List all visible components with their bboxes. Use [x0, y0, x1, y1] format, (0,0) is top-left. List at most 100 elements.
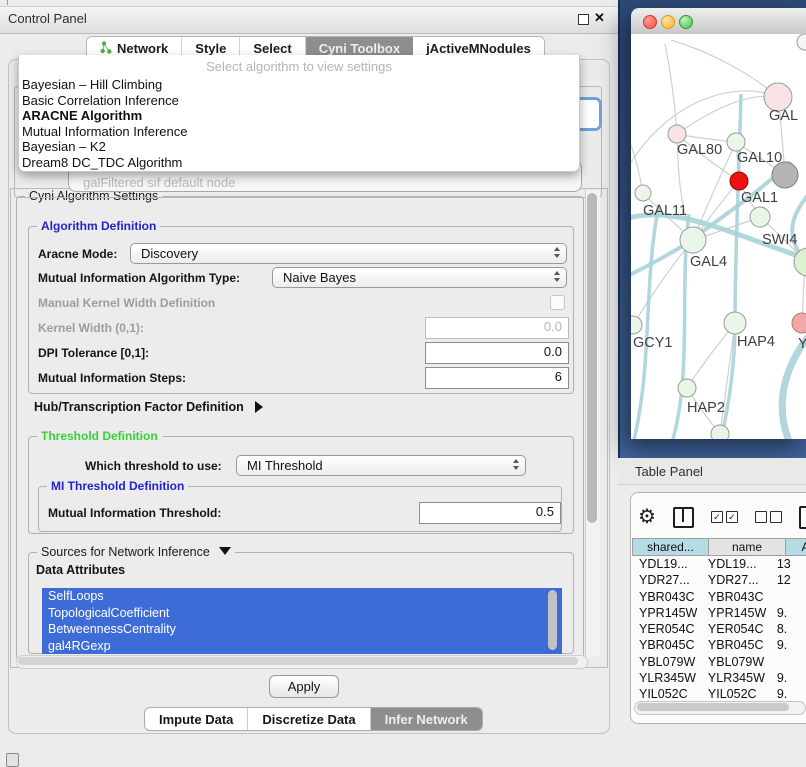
tab-infer-network[interactable]: Infer Network: [371, 708, 482, 730]
collapsed-panel-icon[interactable]: [6, 753, 19, 767]
tab-select-label: Select: [253, 41, 291, 56]
algorithm-option[interactable]: ARACNE Algorithm: [21, 108, 577, 124]
which-threshold-combo[interactable]: MI Threshold: [236, 455, 526, 476]
network-node-gal11[interactable]: [635, 185, 651, 201]
split-columns-icon[interactable]: [673, 507, 694, 528]
network-edge[interactable]: [677, 96, 778, 134]
threshold-definition-title: Threshold Definition: [37, 429, 162, 443]
float-window-icon[interactable]: [578, 14, 589, 25]
algorithm-option[interactable]: Mutual Information Inference: [21, 124, 577, 140]
table-cell: YBR045C: [701, 637, 770, 653]
attribute-list-item[interactable]: gal4RGexp: [42, 638, 562, 655]
combo-arrows-icon: [554, 271, 560, 282]
network-node-swi4[interactable]: [794, 248, 806, 276]
deselect-all-checks-icon[interactable]: [755, 511, 782, 523]
table-row[interactable]: YER054CYER054C8.: [632, 621, 806, 637]
kernel-width-field[interactable]: 0.0: [425, 317, 569, 339]
mi-threshold-field[interactable]: 0.5: [419, 502, 561, 524]
network-node-gal1[interactable]: [750, 207, 770, 227]
table-cell: YBL079W: [701, 654, 770, 670]
kernel-width-label: Kernel Width (0,1):: [38, 321, 144, 335]
close-traffic-light[interactable]: [643, 15, 657, 29]
table-row[interactable]: YLR345WYLR345W9.: [632, 670, 806, 686]
table-cell: 9.: [770, 686, 806, 700]
network-node-label: GCY1: [633, 335, 673, 351]
tab-jactivemnodules-label: jActiveMNodules: [426, 41, 531, 56]
table-row[interactable]: YIL052CYIL052C9.: [632, 686, 806, 700]
algorithm-option[interactable]: Bayesian – K2: [21, 139, 577, 155]
combo-arrows-icon: [554, 247, 560, 258]
network-node-hap4[interactable]: [724, 312, 746, 334]
collapse-down-icon[interactable]: [219, 547, 231, 555]
expand-right-icon[interactable]: [255, 401, 263, 413]
network-window-titlebar[interactable]: [631, 8, 806, 35]
network-node-gal4[interactable]: [680, 227, 706, 253]
aracne-mode-value: Discovery: [141, 246, 198, 261]
minimize-traffic-light[interactable]: [661, 15, 675, 29]
algorithm-option[interactable]: Dream8 DC_TDC Algorithm: [21, 155, 577, 171]
zoom-traffic-light[interactable]: [679, 15, 693, 29]
algorithm-option[interactable]: Bayesian – Hill Climbing: [21, 77, 577, 93]
mi-threshold-group-title: MI Threshold Definition: [47, 479, 188, 493]
select-all-checks-icon[interactable]: ✓✓: [711, 511, 738, 523]
table-column-header[interactable]: A: [786, 538, 806, 556]
network-edge[interactable]: [665, 44, 677, 134]
settings-hscrollbar-thumb[interactable]: [18, 657, 578, 665]
table-row[interactable]: YDR27...YDR27...12: [632, 572, 806, 588]
table-cell: YBR045C: [632, 637, 701, 653]
control-panel-header: [0, 6, 618, 34]
import-table-icon[interactable]: [799, 506, 806, 529]
settings-vscrollbar-thumb[interactable]: [587, 193, 597, 523]
network-node-label: GAL10: [737, 150, 782, 166]
dpi-tolerance-field[interactable]: 0.0: [425, 342, 569, 364]
table-cell: YDR27...: [701, 572, 770, 588]
manual-kernel-checkbox[interactable]: [550, 295, 565, 310]
network-node-hap2[interactable]: [678, 379, 696, 397]
network-node-gcy1[interactable]: [631, 316, 642, 334]
close-icon[interactable]: ✕: [594, 10, 605, 26]
network-node-label: HAP4: [737, 334, 775, 350]
network-node-label: SWI4: [762, 232, 797, 248]
network-node[interactable]: [711, 425, 729, 439]
table-hscrollbar-thumb[interactable]: [637, 703, 789, 711]
attribute-list-item[interactable]: TopologicalCoefficient: [42, 605, 562, 622]
tab-network-label: Network: [117, 41, 168, 56]
attributes-vscrollbar-thumb[interactable]: [548, 590, 557, 650]
tab-discretize-data[interactable]: Discretize Data: [248, 708, 370, 730]
network-node[interactable]: [730, 172, 748, 190]
table-row[interactable]: YPR145WYPR145W9.: [632, 605, 806, 621]
table-toolbar: ⚙ ✓✓: [638, 500, 806, 534]
network-node-y[interactable]: [792, 313, 806, 333]
table-column-header[interactable]: shared...: [632, 538, 709, 556]
table-column-header[interactable]: name: [709, 538, 786, 556]
network-node-gal80[interactable]: [668, 125, 686, 143]
algorithm-option[interactable]: Basic Correlation Inference: [21, 93, 577, 109]
network-canvas[interactable]: GALGAL80GAL10GAL1GAL11SWI4GAL4GCY1HAP4YH…: [631, 34, 806, 439]
table-row[interactable]: YDL19...YDL19...13: [632, 556, 806, 572]
network-node[interactable]: [772, 162, 798, 188]
aracne-mode-label: Aracne Mode:: [38, 247, 117, 261]
table-row[interactable]: YBR045CYBR045C9.: [632, 637, 806, 653]
hub-definition-label[interactable]: Hub/Transcription Factor Definition: [34, 400, 263, 414]
mi-steps-field[interactable]: 6: [425, 367, 569, 389]
network-node-gal10[interactable]: [727, 133, 745, 151]
dpi-tolerance-label: DPI Tolerance [0,1]:: [38, 346, 149, 360]
network-node[interactable]: [797, 34, 806, 50]
hub-definition-text: Hub/Transcription Factor Definition: [34, 400, 244, 414]
table-row[interactable]: YBR043CYBR043C: [632, 589, 806, 605]
attribute-list-item[interactable]: BetweennessCentrality: [42, 621, 562, 638]
network-edge[interactable]: [671, 40, 778, 97]
aracne-mode-combo[interactable]: Discovery: [130, 243, 567, 264]
table-cell: 12: [770, 572, 806, 588]
tab-impute-data[interactable]: Impute Data: [145, 708, 248, 730]
gear-icon[interactable]: ⚙: [638, 507, 656, 527]
mi-type-combo[interactable]: Naive Bayes: [272, 267, 567, 288]
network-edge[interactable]: [631, 130, 643, 193]
network-window[interactable]: GALGAL80GAL10GAL1GAL11SWI4GAL4GCY1HAP4YH…: [631, 8, 806, 439]
table-row[interactable]: YBL079WYBL079W: [632, 654, 806, 670]
mi-threshold-label: Mutual Information Threshold:: [48, 506, 221, 520]
network-node-gal[interactable]: [764, 83, 792, 111]
data-attributes-list[interactable]: SelfLoopsTopologicalCoefficientBetweenne…: [42, 588, 562, 654]
apply-button[interactable]: Apply: [269, 675, 339, 698]
attribute-list-item[interactable]: SelfLoops: [42, 588, 562, 605]
